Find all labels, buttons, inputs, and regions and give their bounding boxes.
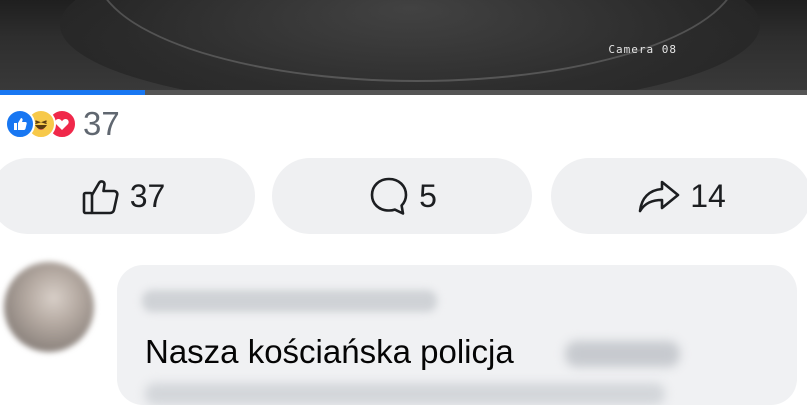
comment-text: Nasza kościańska policja bbox=[145, 333, 514, 370]
commenter-name-blurred bbox=[142, 290, 437, 312]
comment-button[interactable]: 5 bbox=[272, 158, 532, 234]
comment-bubble-icon bbox=[367, 174, 411, 218]
like-button[interactable]: 37 bbox=[0, 158, 255, 234]
camera-label: Camera 08 bbox=[608, 43, 677, 56]
comment-text-blurred-line bbox=[145, 383, 665, 405]
like-reaction-icon bbox=[5, 109, 35, 139]
share-arrow-icon bbox=[636, 176, 682, 216]
comment-text-blurred bbox=[565, 341, 680, 367]
commenter-avatar[interactable] bbox=[4, 262, 94, 352]
reaction-summary[interactable]: 37 bbox=[5, 105, 120, 142]
video-progress-fill bbox=[0, 90, 146, 95]
reaction-count: 37 bbox=[83, 105, 120, 142]
like-count: 37 bbox=[129, 177, 166, 214]
share-button[interactable]: 14 bbox=[551, 158, 807, 234]
video-progress-bar[interactable] bbox=[0, 90, 807, 95]
thumbs-up-icon bbox=[80, 175, 122, 217]
comment-count: 5 bbox=[419, 177, 437, 214]
video-player[interactable]: Camera 08 bbox=[0, 0, 807, 95]
share-count: 14 bbox=[690, 177, 726, 214]
comment-bubble: Nasza kościańska policja bbox=[117, 265, 797, 405]
